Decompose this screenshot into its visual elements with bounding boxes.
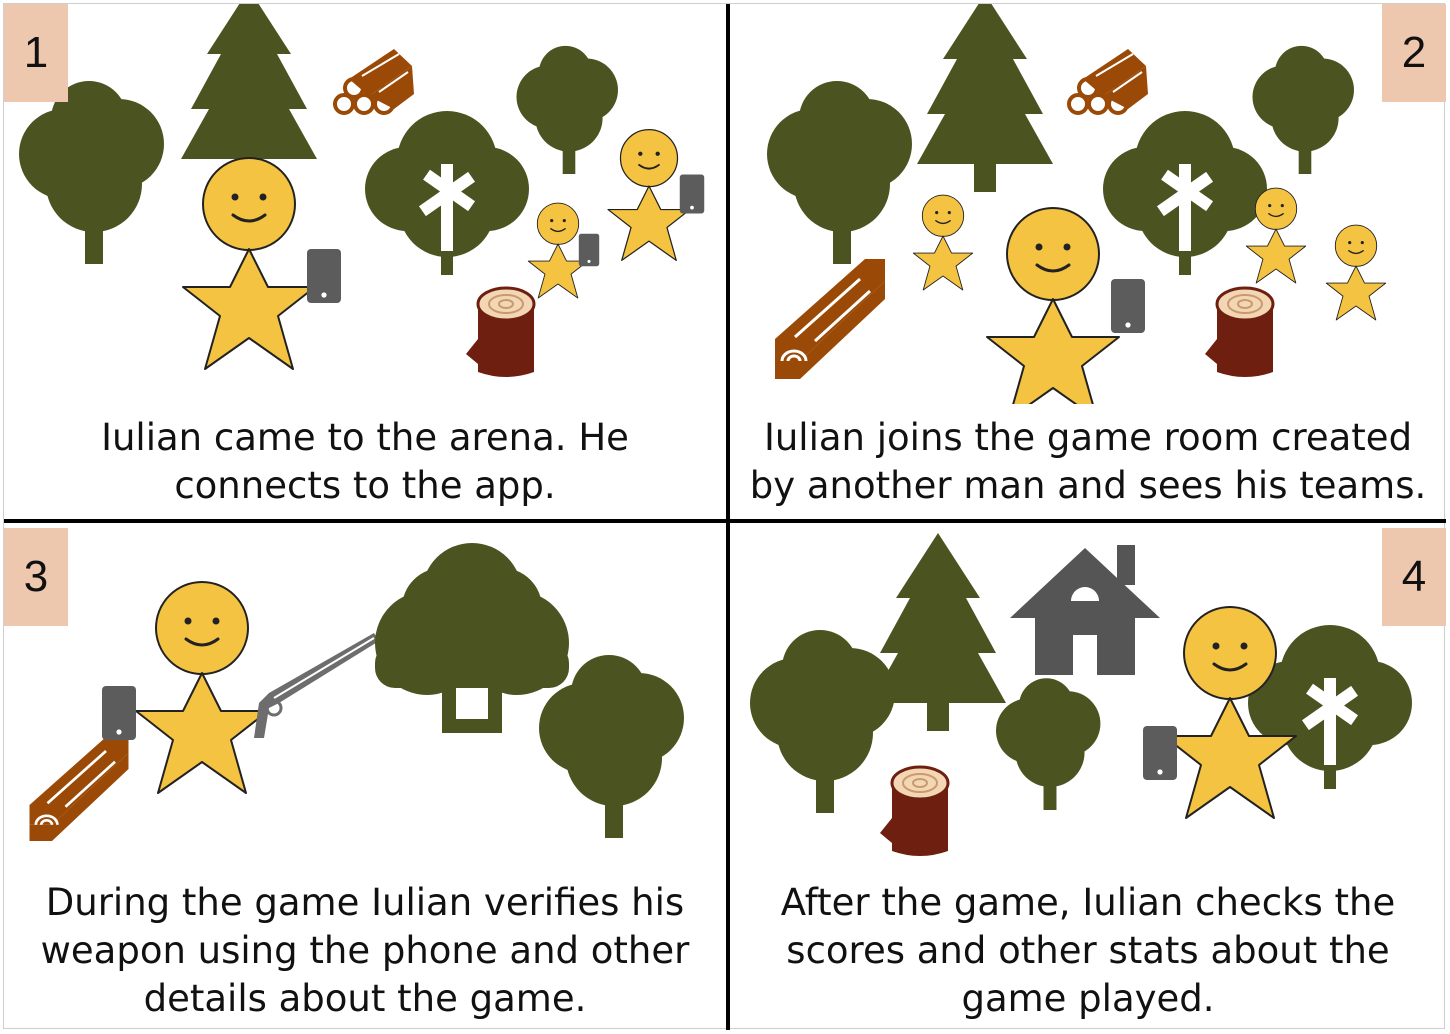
panel-4-caption: After the game, Iulian checks the scores… <box>780 881 1396 1020</box>
panel-3-illustration <box>28 543 684 843</box>
panel-4: 4 After the game, Iulian checks the scor… <box>730 523 1446 1030</box>
panel-1-number-badge: 1 <box>4 4 68 102</box>
vertical-divider <box>726 4 730 1030</box>
panel-1: 1 Iulian came to the arena. He connects … <box>4 4 726 519</box>
panel-2-illustration <box>767 4 1387 404</box>
panel-2-number-badge: 2 <box>1382 4 1446 102</box>
panel-2: 2 Iulian joins the game room created by … <box>730 4 1446 519</box>
panel-2-caption: Iulian joins the game room created by an… <box>749 416 1427 507</box>
panel-1-caption: Iulian came to the arena. He connects to… <box>101 416 629 507</box>
panel-3-caption: During the game Iulian verifies his weap… <box>40 881 690 1020</box>
panel-1-illustration <box>19 4 705 379</box>
panel-4-number-badge: 4 <box>1382 528 1446 626</box>
panel-3-number-badge: 3 <box>4 528 68 626</box>
panel-4-illustration <box>750 533 1412 858</box>
horizontal-divider <box>4 519 1446 523</box>
storyboard: 1 Iulian came to the arena. He connects … <box>3 3 1446 1030</box>
panel-3: 3 During the game Iulian verifies his we… <box>4 523 726 1030</box>
